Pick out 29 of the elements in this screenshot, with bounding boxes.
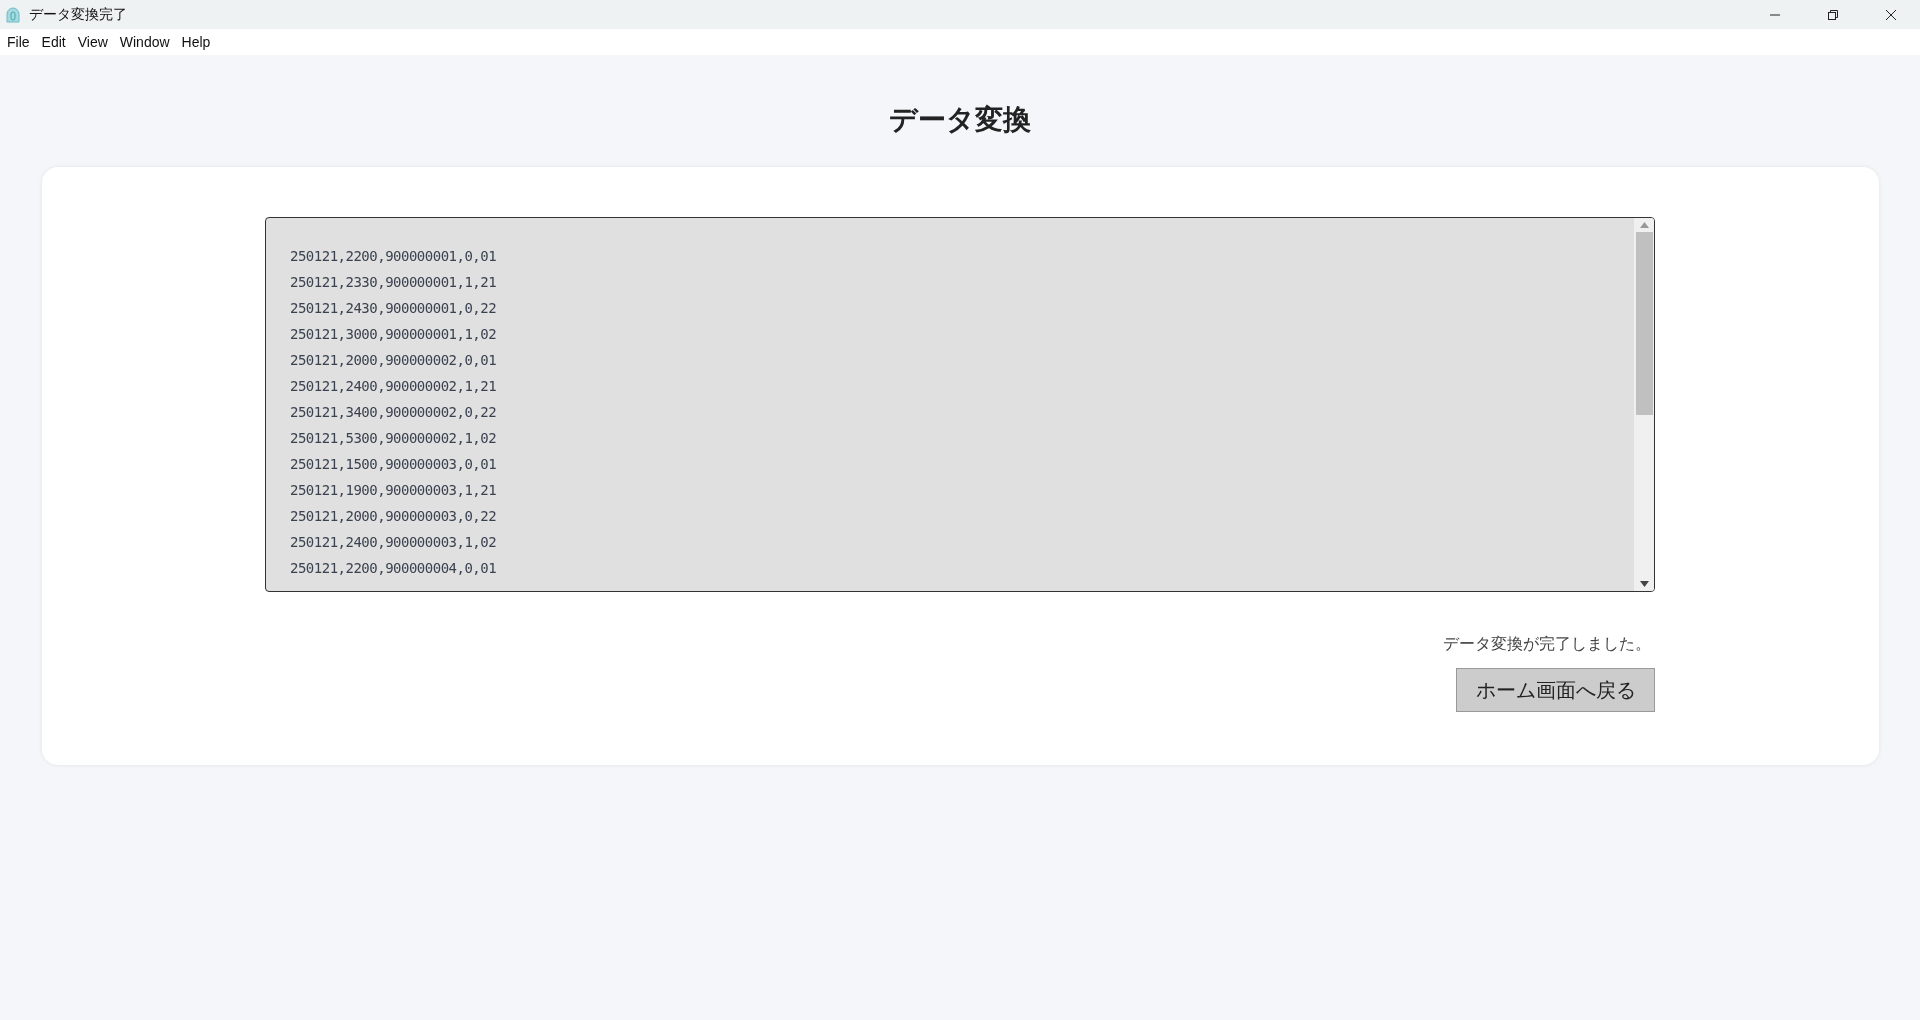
- output-line: 250121,3000,900000001,1,02: [290, 325, 498, 344]
- scroll-down-icon: [1639, 581, 1649, 587]
- menu-item[interactable]: Help: [175, 31, 217, 53]
- output-line: 250121,2400,900000002,1,21: [290, 377, 498, 396]
- menu-item[interactable]: View: [71, 31, 114, 53]
- output-line: 250121,2200,900000001,0,01: [290, 247, 498, 266]
- status-message: データ変換が完了しました。: [1443, 634, 1651, 654]
- output-line: 250121,2430,900000001,0,22: [290, 299, 498, 318]
- restore-icon: [1827, 8, 1839, 21]
- scrollbar[interactable]: [1634, 218, 1654, 591]
- menu-item[interactable]: Edit: [35, 31, 72, 53]
- page-heading: データ変換: [889, 103, 1031, 137]
- output-line: 250121,5300,900000002,1,02: [290, 429, 498, 448]
- home-button[interactable]: ホーム画面へ戻る: [1456, 668, 1655, 712]
- menu-item[interactable]: File: [1, 31, 36, 53]
- output-line: 250121,2000,900000003,0,22: [290, 507, 498, 526]
- window-title: データ変換完了: [29, 5, 127, 24]
- output-line: 250121,2200,900000004,0,01: [290, 559, 498, 578]
- output-line: 250121,3400,900000002,0,22: [290, 403, 498, 422]
- scrollbar-thumb[interactable]: [1635, 232, 1653, 415]
- output-line: 250121,2400,900000003,1,02: [290, 533, 498, 552]
- close-icon: [1885, 8, 1897, 21]
- output-line: 250121,2330,900000001,1,21: [290, 273, 498, 292]
- app-icon: [4, 5, 22, 24]
- menu-item[interactable]: Window: [113, 31, 176, 53]
- scroll-up-icon: [1639, 222, 1649, 228]
- output-line: 250121,2000,900000002,0,01: [290, 351, 498, 370]
- output-line: 250121,1500,900000003,0,01: [290, 455, 498, 474]
- output-line: 250121,1900,900000003,1,21: [290, 481, 498, 500]
